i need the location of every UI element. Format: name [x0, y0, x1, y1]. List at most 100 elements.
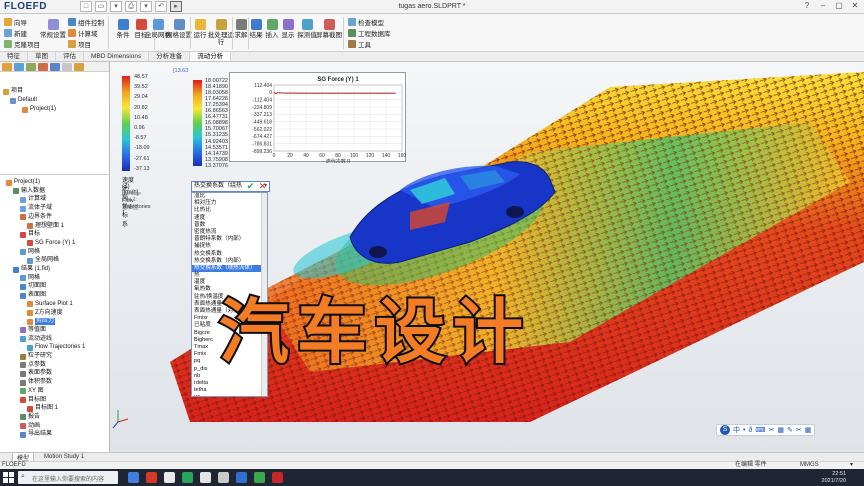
- dropdown-option[interactable]: 热交换系数（内部）: [192, 258, 267, 265]
- windows-start-icon[interactable]: [2, 471, 15, 484]
- dropdown-option[interactable]: rdelta: [192, 380, 267, 387]
- dropdown-option[interactable]: ue: [192, 394, 267, 396]
- cam-tab-icon[interactable]: [74, 63, 84, 71]
- goal-plot-window[interactable]: SG Force (Y) 1 112.404 0 -112.404 -224.809 -3…: [229, 72, 406, 165]
- wechat-icon[interactable]: [254, 472, 265, 483]
- analysis-tree-item[interactable]: 报告: [20, 414, 40, 421]
- analysis-tree-item[interactable]: 目标: [20, 231, 40, 238]
- screenshot-button[interactable]: 屏幕截图: [316, 17, 342, 39]
- cut-icon[interactable]: ✂: [796, 426, 802, 434]
- project-menu-button[interactable]: 项目: [68, 39, 91, 49]
- scissors-icon[interactable]: ✂: [768, 426, 774, 434]
- analysis-tree-item[interactable]: 目标图 1: [27, 405, 58, 412]
- dropdown-option[interactable]: tetha: [192, 387, 267, 394]
- pen-icon[interactable]: ✎: [787, 426, 793, 434]
- analysis-tree-item[interactable]: 动画: [20, 423, 40, 430]
- analysis-tree-item[interactable]: 点参数: [20, 362, 46, 369]
- analysis-tree-item[interactable]: 粒子研究: [20, 353, 52, 360]
- general-settings-button[interactable]: 常规设置: [40, 17, 66, 39]
- wizard-button[interactable]: 向导: [4, 17, 27, 27]
- keyboard-icon[interactable]: ⌨: [755, 426, 765, 434]
- cancel-button[interactable]: ✕: [257, 181, 268, 192]
- ime-lang-button[interactable]: 中: [733, 425, 740, 435]
- analysis-tree-item[interactable]: 流动迹线: [20, 336, 52, 343]
- dropdown-option[interactable]: 热交换系数: [192, 251, 267, 258]
- analysis-tree-item[interactable]: Surface Plot 1: [27, 301, 73, 308]
- analysis-tree-item[interactable]: 剪应力: [27, 318, 56, 326]
- tab-motion-study[interactable]: Motion Study 1: [40, 454, 88, 460]
- analysis-tree-item[interactable]: 体积参数: [20, 379, 52, 386]
- tab-analysis-prep[interactable]: 分析准备: [149, 52, 191, 61]
- file-explorer-icon[interactable]: [164, 472, 175, 483]
- dropdown-option[interactable]: nb: [192, 373, 267, 380]
- app-icon-2[interactable]: [218, 472, 229, 483]
- app-icon[interactable]: [200, 472, 211, 483]
- check-model-button[interactable]: 检查模型: [348, 17, 384, 27]
- analysis-tree-item[interactable]: Project(1): [6, 179, 40, 186]
- tree-project-1[interactable]: Project(1): [22, 106, 56, 113]
- analysis-tree-item[interactable]: 计算域: [20, 196, 46, 203]
- grid-icon[interactable]: ▦: [777, 426, 784, 434]
- analysis-tree-item[interactable]: 流体子域: [20, 205, 52, 212]
- clone-project-button[interactable]: 克隆项目: [4, 39, 40, 49]
- panel-splitter[interactable]: [0, 174, 110, 175]
- ime-emoji-button[interactable]: ð: [748, 427, 752, 434]
- analysis-tree-item[interactable]: 导出结果: [20, 431, 52, 438]
- dropdown-option[interactable]: 捕捉热: [192, 243, 267, 250]
- config-tab-icon[interactable]: [26, 63, 36, 71]
- help-button[interactable]: ?: [800, 1, 814, 12]
- flow-analysis-tab-icon[interactable]: [62, 63, 72, 71]
- analysis-tree-item[interactable]: 网格: [20, 249, 40, 256]
- ime-punct-button[interactable]: •: [743, 427, 745, 434]
- tab-evaluate[interactable]: 评估: [56, 52, 84, 61]
- tree-root-project[interactable]: 项目: [3, 88, 23, 95]
- dropdown-option[interactable]: 速度: [192, 215, 267, 222]
- analysis-tree-item[interactable]: 网格: [20, 275, 40, 282]
- close-button[interactable]: ✕: [848, 1, 862, 12]
- tab-features[interactable]: 特征: [0, 52, 28, 61]
- taskbar-clock[interactable]: 22:51 2021/7/20: [822, 471, 846, 484]
- display-tab-icon[interactable]: [50, 63, 60, 71]
- maximize-button[interactable]: ▢: [832, 1, 846, 12]
- analysis-tree-item[interactable]: Z方向速度: [27, 310, 63, 317]
- analysis-tree-item[interactable]: XY 图: [20, 388, 44, 395]
- analysis-tree-item[interactable]: SG Force (Y) 1: [27, 240, 75, 247]
- analysis-tree-item[interactable]: 边界条件: [20, 214, 52, 221]
- analysis-tree-item[interactable]: 表面图: [20, 292, 46, 299]
- analysis-tree-item[interactable]: 等值面: [20, 327, 46, 334]
- dropdown-option[interactable]: 普数: [192, 222, 267, 229]
- dropdown-option[interactable]: 比热比: [192, 207, 267, 214]
- status-units[interactable]: MMGS: [800, 462, 819, 469]
- analysis-tree-item[interactable]: 输入数据: [13, 188, 45, 195]
- ime-logo-icon[interactable]: S: [720, 425, 730, 435]
- computational-domain-button[interactable]: 计算域: [68, 28, 98, 38]
- dropdown-option[interactable]: 热交换系数（绕热流体）: [192, 264, 267, 273]
- confirm-button[interactable]: ✔: [245, 181, 256, 192]
- analysis-tree-item[interactable]: 切面图: [20, 283, 46, 290]
- tab-sketch[interactable]: 草图: [28, 52, 56, 61]
- analysis-tree-item[interactable]: Flow Trajectories 1: [27, 344, 85, 351]
- word-icon[interactable]: [236, 472, 247, 483]
- tree-default[interactable]: Default: [10, 97, 37, 104]
- analysis-tree-item[interactable]: 结果 (1.fld): [13, 266, 50, 273]
- chevron-up-icon[interactable]: ▾: [850, 462, 853, 469]
- camtasia-icon[interactable]: [182, 472, 193, 483]
- analysis-tree-item[interactable]: 理想壁面 1: [27, 223, 64, 230]
- new-project-button[interactable]: 新建: [4, 28, 27, 38]
- tab-mbd-dimensions[interactable]: MBD Dimensions: [84, 52, 150, 61]
- solidworks-icon[interactable]: [146, 472, 157, 483]
- tools-button[interactable]: 工具: [348, 39, 371, 49]
- apps-icon[interactable]: ▦: [805, 426, 812, 434]
- component-control-button[interactable]: 组件控制: [68, 17, 104, 27]
- analysis-tree-item[interactable]: 目标图: [20, 397, 46, 404]
- property-tab-icon[interactable]: [14, 63, 24, 71]
- feature-tree-tab-icon[interactable]: [2, 63, 12, 71]
- analysis-tree-item[interactable]: 表面参数: [20, 370, 52, 377]
- dimxpert-tab-icon[interactable]: [38, 63, 48, 71]
- task-view-icon[interactable]: [128, 472, 139, 483]
- recorder-icon[interactable]: [272, 472, 283, 483]
- tab-flow-analysis[interactable]: 流动分析: [190, 52, 232, 61]
- analysis-tree-item[interactable]: 全局网格: [27, 257, 59, 264]
- engineering-database-button[interactable]: 工程数据库: [348, 28, 391, 38]
- minimize-button[interactable]: –: [816, 1, 830, 12]
